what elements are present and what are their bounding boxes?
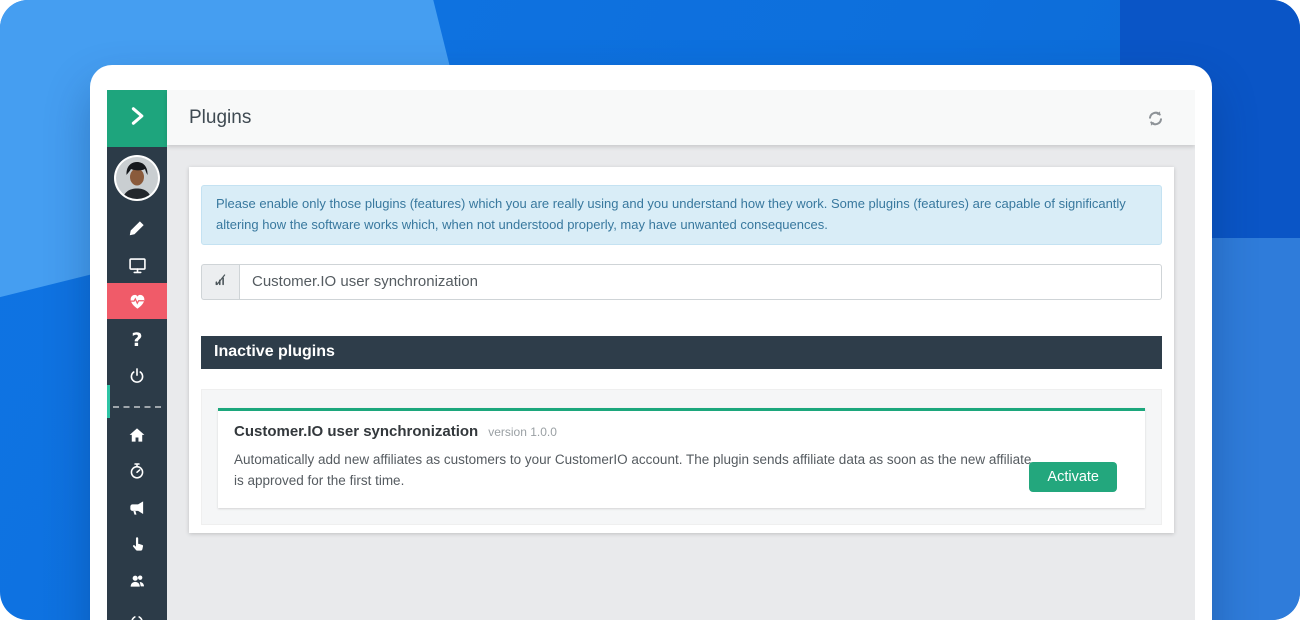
main-background: Please enable only those plugins (featur… [167,145,1195,620]
sidebar-item-announcements[interactable] [107,490,167,526]
plugin-version: version 1.0.0 [488,425,557,439]
info-alert: Please enable only those plugins (featur… [201,185,1162,245]
inactive-plugins-title: Inactive plugins [214,343,335,361]
content-area: Plugins Please enable only those plugins… [167,90,1195,620]
plugins-panel: Please enable only those plugins (featur… [189,167,1174,533]
sidebar-item-power[interactable] [107,358,167,394]
sidebar-item-help[interactable]: ? [107,322,167,358]
plugin-card: Customer.IO user synchronization version… [218,408,1145,508]
plugin-search-group [201,264,1162,300]
filter-icon [213,272,228,292]
app-window-card: ? [90,65,1212,620]
plugin-search-input[interactable] [239,264,1162,300]
plugin-description: Automatically add new affiliates as cust… [234,449,1034,492]
megaphone-icon [128,499,146,517]
question-icon: ? [131,329,142,351]
sidebar: ? [107,90,167,620]
stopwatch-icon [128,462,146,480]
sidebar-item-desktop[interactable] [107,247,167,283]
inactive-plugins-header: Inactive plugins [201,336,1162,369]
sidebar-item-timer[interactable] [107,453,167,489]
sidebar-toggle-button[interactable] [107,90,167,147]
sidebar-item-edit[interactable] [107,210,167,246]
sidebar-item-partial[interactable] [107,598,167,620]
refresh-button[interactable] [1143,106,1167,130]
sidebar-item-plugins-active[interactable] [107,283,167,319]
chevron-right-icon [125,104,149,133]
avatar[interactable] [114,155,160,201]
sidebar-item-home[interactable] [107,417,167,453]
page-header: Plugins [167,90,1195,145]
partial-bottom-icon [128,607,146,620]
plugin-card-header: Customer.IO user synchronization version… [234,423,1129,440]
sidebar-item-pointer[interactable] [107,526,167,562]
home-icon [128,426,146,444]
pencil-icon [128,219,146,237]
search-addon [201,264,239,300]
page-title: Plugins [189,107,251,129]
plugin-name: Customer.IO user synchronization [234,423,478,440]
sidebar-item-users[interactable] [107,562,167,598]
power-icon [128,367,146,385]
screenshot-stage: ? [0,0,1300,620]
monitor-icon [128,256,147,275]
sidebar-scrollbar[interactable] [107,385,110,418]
hand-pointer-icon [129,536,146,553]
heartbeat-icon [128,292,147,311]
activate-button[interactable]: Activate [1029,462,1117,492]
sidebar-divider [113,406,161,408]
inactive-plugins-section: Customer.IO user synchronization version… [201,389,1162,525]
app-area: ? [107,90,1195,620]
users-icon [128,571,147,590]
